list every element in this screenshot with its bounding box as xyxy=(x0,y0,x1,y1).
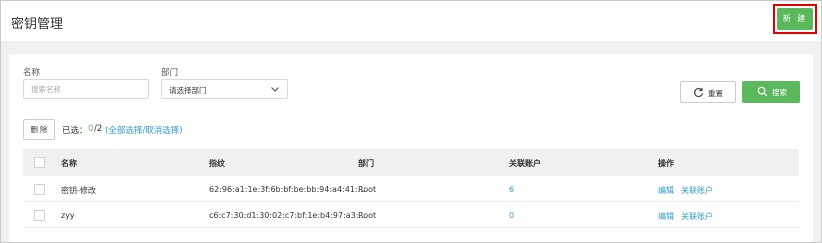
delete-button[interactable]: 删 除 xyxy=(23,119,55,140)
search-button[interactable]: 搜索 xyxy=(742,81,800,103)
column-header-operations: 操作 xyxy=(658,159,674,168)
name-search-input[interactable] xyxy=(23,79,149,99)
row-checkbox[interactable] xyxy=(34,184,45,195)
row-name: 密钥-修改 xyxy=(61,186,96,195)
edit-link[interactable]: 编辑 xyxy=(658,185,674,196)
row-department: Root xyxy=(358,185,377,194)
select-all-checkbox[interactable] xyxy=(34,157,45,168)
department-select[interactable]: 请选择部门 xyxy=(161,79,288,99)
name-filter-label: 名称 xyxy=(23,68,41,78)
main-panel: 名称 部门 请选择部门 重置 搜索 删 除 已选： 0 /2 (全部选择/取消选… xyxy=(9,54,813,243)
link-accounts-link[interactable]: 关联账户 xyxy=(681,211,713,222)
search-icon xyxy=(757,86,768,97)
column-header-department: 部门 xyxy=(358,159,374,168)
selected-count: 0 xyxy=(88,124,94,134)
department-select-value: 请选择部门 xyxy=(169,86,207,95)
table-row: 密钥-修改 62:96:a1:1e:3f:6b:bf:be:bb:94:a4:4… xyxy=(23,176,799,202)
reset-button-label: 重置 xyxy=(708,89,723,98)
department-filter-label: 部门 xyxy=(161,68,179,78)
row-linked-accounts-count[interactable]: 6 xyxy=(509,185,514,194)
edit-link[interactable]: 编辑 xyxy=(658,211,674,222)
row-fingerprint: c6:c7:30:d1:30:02:c7:bf:1e:b4:97:a3:... xyxy=(209,211,367,220)
column-header-fingerprint: 指纹 xyxy=(209,159,225,168)
new-button[interactable]: 新 建 xyxy=(777,8,813,30)
row-fingerprint: 62:96:a1:1e:3f:6b:bf:be:bb:94:a4:41:... xyxy=(209,185,366,194)
row-checkbox[interactable] xyxy=(34,210,45,221)
table-header: 名称 指纹 部门 关联账户 操作 xyxy=(23,149,799,176)
reset-button[interactable]: 重置 xyxy=(680,81,736,103)
selected-label: 已选： xyxy=(62,126,88,136)
table-row: zyy c6:c7:30:d1:30:02:c7:bf:1e:b4:97:a3:… xyxy=(23,202,799,228)
column-header-name: 名称 xyxy=(61,159,77,168)
row-linked-accounts-count[interactable]: 0 xyxy=(509,211,514,220)
column-header-linked-accounts: 关联账户 xyxy=(509,159,541,168)
keys-table: 名称 指纹 部门 关联账户 操作 密钥-修改 62:96:a1:1e:3f:6b… xyxy=(23,149,799,228)
selected-total: /2 xyxy=(94,124,103,134)
search-button-label: 搜索 xyxy=(772,88,787,97)
chevron-down-icon xyxy=(271,87,279,92)
page-header: 密钥管理 新 建 xyxy=(1,1,821,41)
refresh-icon xyxy=(694,87,704,98)
row-name: zyy xyxy=(61,211,75,220)
link-accounts-link[interactable]: 关联账户 xyxy=(681,185,713,196)
row-department: Root xyxy=(358,211,377,220)
page-title: 密钥管理 xyxy=(11,17,64,32)
select-all-toggle-link[interactable]: (全部选择/取消选择) xyxy=(105,124,183,136)
